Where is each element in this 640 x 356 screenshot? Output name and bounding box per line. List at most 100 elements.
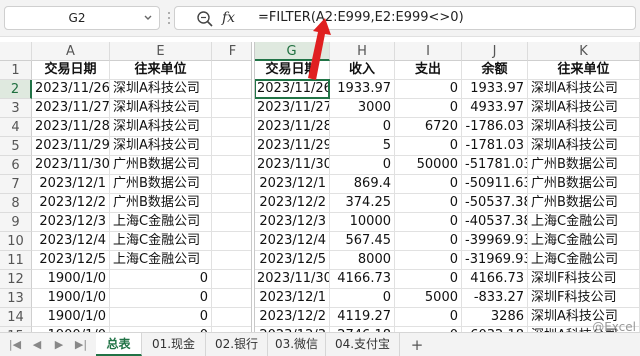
row-header-7[interactable]: 7 bbox=[0, 175, 32, 194]
cell[interactable]: 0 bbox=[395, 213, 462, 232]
cell[interactable]: 2023/12/5 bbox=[254, 251, 330, 270]
frozen-column-split[interactable] bbox=[251, 42, 255, 332]
cell[interactable]: 支出 bbox=[395, 61, 462, 80]
cell[interactable]: 5000 bbox=[395, 289, 462, 308]
column-header-k[interactable]: K bbox=[528, 42, 640, 61]
row-header-2[interactable]: 2 bbox=[0, 80, 32, 99]
cell[interactable] bbox=[212, 270, 254, 289]
cell[interactable]: 深圳A科技公司 bbox=[528, 99, 640, 118]
cell[interactable]: 上海C金融公司 bbox=[528, 213, 640, 232]
cell[interactable]: 深圳F科技公司 bbox=[528, 270, 640, 289]
cell[interactable]: 上海C金融公司 bbox=[110, 251, 212, 270]
cell[interactable]: -1781.03 bbox=[462, 137, 528, 156]
sheet-tab[interactable]: 04.支付宝 bbox=[326, 333, 400, 356]
sheet-tab[interactable]: 02.银行 bbox=[206, 333, 268, 356]
row-header-4[interactable]: 4 bbox=[0, 118, 32, 137]
sheet-tab[interactable]: 01.现金 bbox=[142, 333, 206, 356]
cell[interactable]: 2023/11/28 bbox=[32, 118, 110, 137]
cell[interactable]: 1900/1/0 bbox=[32, 270, 110, 289]
cell[interactable]: 广州B数据公司 bbox=[528, 175, 640, 194]
cell[interactable] bbox=[212, 308, 254, 327]
cell[interactable]: 深圳A科技公司 bbox=[110, 80, 212, 99]
cell[interactable]: 2023/12/1 bbox=[254, 289, 330, 308]
cell[interactable]: 2023/12/2 bbox=[254, 308, 330, 327]
cell[interactable]: 0 bbox=[395, 251, 462, 270]
row-header-1[interactable]: 1 bbox=[0, 61, 32, 80]
cell[interactable]: 567.45 bbox=[330, 232, 395, 251]
cell[interactable]: 交易日期 bbox=[254, 61, 330, 80]
cell[interactable]: 2023/11/27 bbox=[254, 99, 330, 118]
cell[interactable]: 广州B数据公司 bbox=[110, 194, 212, 213]
row-header-12[interactable]: 12 bbox=[0, 270, 32, 289]
cell[interactable]: 上海C金融公司 bbox=[528, 232, 640, 251]
select-all-corner[interactable] bbox=[0, 42, 32, 61]
row-header-8[interactable]: 8 bbox=[0, 194, 32, 213]
cell[interactable]: 10000 bbox=[330, 213, 395, 232]
cell[interactable]: 2023/11/29 bbox=[32, 137, 110, 156]
cell[interactable]: 2023/12/5 bbox=[32, 251, 110, 270]
cell[interactable]: 2023/12/3 bbox=[254, 213, 330, 232]
cell[interactable]: 深圳A科技公司 bbox=[110, 137, 212, 156]
cell[interactable]: 6720 bbox=[395, 118, 462, 137]
cell[interactable]: 深圳A科技公司 bbox=[110, 118, 212, 137]
cell[interactable]: 2023/12/3 bbox=[32, 213, 110, 232]
cell[interactable]: -50537.38 bbox=[462, 194, 528, 213]
cell[interactable]: 交易日期 bbox=[32, 61, 110, 80]
column-header-h[interactable]: H bbox=[330, 42, 395, 61]
cell[interactable]: 广州B数据公司 bbox=[110, 156, 212, 175]
cell[interactable]: 2023/11/28 bbox=[254, 118, 330, 137]
cell[interactable]: 0 bbox=[110, 308, 212, 327]
cell[interactable]: 1900/1/0 bbox=[32, 308, 110, 327]
cell[interactable]: 上海C金融公司 bbox=[528, 251, 640, 270]
formula-text[interactable]: =FILTER(A2:E999,E2:E999<>0) bbox=[258, 8, 464, 28]
cell[interactable]: 2023/11/27 bbox=[32, 99, 110, 118]
cell[interactable]: 0 bbox=[330, 289, 395, 308]
cell[interactable] bbox=[212, 99, 254, 118]
row-header-10[interactable]: 10 bbox=[0, 232, 32, 251]
column-header-f[interactable]: F bbox=[212, 42, 254, 61]
column-header-a[interactable]: A bbox=[32, 42, 110, 61]
prev-sheet-icon[interactable]: ◀ bbox=[30, 337, 44, 353]
cell[interactable]: 4166.73 bbox=[330, 270, 395, 289]
cell[interactable]: 3286 bbox=[462, 308, 528, 327]
cell[interactable] bbox=[212, 251, 254, 270]
cell[interactable]: 374.25 bbox=[330, 194, 395, 213]
cell[interactable]: 深圳A科技公司 bbox=[528, 80, 640, 99]
row-header-11[interactable]: 11 bbox=[0, 251, 32, 270]
cell[interactable]: 广州B数据公司 bbox=[528, 194, 640, 213]
cell[interactable]: -1786.03 bbox=[462, 118, 528, 137]
column-header-g[interactable]: G bbox=[254, 42, 330, 61]
cell[interactable]: -31969.93 bbox=[462, 251, 528, 270]
name-box[interactable]: G2 bbox=[4, 6, 160, 30]
column-header-i[interactable]: I bbox=[395, 42, 462, 61]
cell[interactable]: 2023/11/30 bbox=[254, 156, 330, 175]
cell[interactable]: 0 bbox=[395, 99, 462, 118]
cell[interactable]: 上海C金融公司 bbox=[110, 213, 212, 232]
cell[interactable]: 2023/12/4 bbox=[254, 232, 330, 251]
cell[interactable]: 869.4 bbox=[330, 175, 395, 194]
cell[interactable]: 2023/12/1 bbox=[254, 175, 330, 194]
cell[interactable]: 0 bbox=[330, 156, 395, 175]
cell[interactable]: 深圳A科技公司 bbox=[110, 99, 212, 118]
cell[interactable]: 0 bbox=[395, 308, 462, 327]
add-sheet-button[interactable]: + bbox=[410, 337, 424, 353]
cell[interactable]: 0 bbox=[330, 118, 395, 137]
cell[interactable]: 2023/11/26 bbox=[254, 80, 330, 99]
cell[interactable]: 4933.97 bbox=[462, 99, 528, 118]
cell[interactable]: -833.27 bbox=[462, 289, 528, 308]
cell[interactable]: 4119.27 bbox=[330, 308, 395, 327]
cell[interactable]: 1933.97 bbox=[462, 80, 528, 99]
column-header-j[interactable]: J bbox=[462, 42, 528, 61]
cell[interactable] bbox=[212, 137, 254, 156]
cell[interactable]: 2023/11/29 bbox=[254, 137, 330, 156]
cell[interactable]: 0 bbox=[395, 80, 462, 99]
cell[interactable]: -50911.63 bbox=[462, 175, 528, 194]
row-header-6[interactable]: 6 bbox=[0, 156, 32, 175]
cell[interactable]: 4166.73 bbox=[462, 270, 528, 289]
cell[interactable]: 2023/12/2 bbox=[32, 194, 110, 213]
cell[interactable]: 50000 bbox=[395, 156, 462, 175]
cell[interactable] bbox=[212, 289, 254, 308]
cell[interactable]: 2023/11/30 bbox=[32, 156, 110, 175]
column-header-e[interactable]: E bbox=[110, 42, 212, 61]
cell[interactable]: 8000 bbox=[330, 251, 395, 270]
